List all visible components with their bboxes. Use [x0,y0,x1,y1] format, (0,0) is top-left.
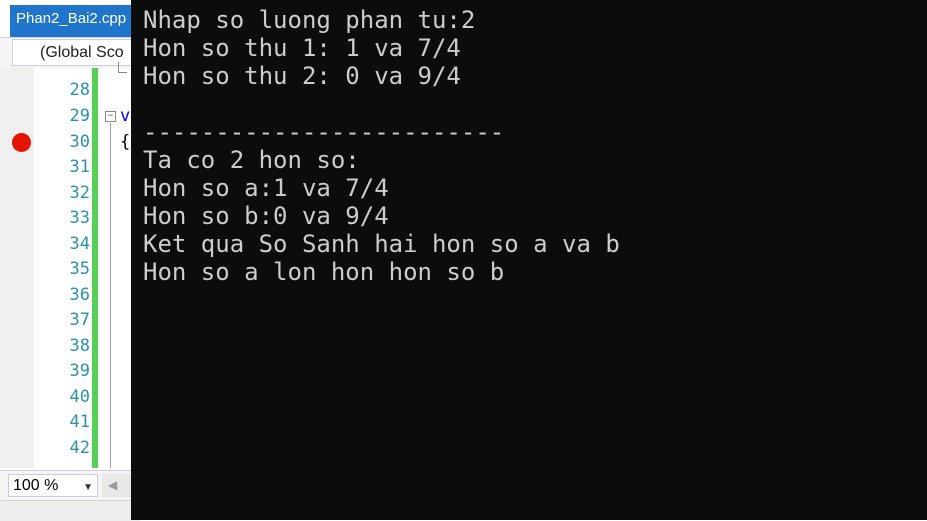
line-number: 32 [69,183,90,203]
line-number: 37 [69,310,90,330]
scroll-left-icon[interactable]: ◀ [108,478,117,492]
line-number: 29 [69,106,90,126]
breakpoint-margin[interactable] [10,68,34,468]
line-number: 42 [69,438,90,458]
line-number: 33 [69,208,90,228]
console-line: Hon so a lon hon hon so b [143,258,505,286]
outline-guide-line [110,123,111,468]
file-tab-phan2-bai2[interactable]: Phan2_Bai2.cpp [10,5,140,37]
code-editor-window: Phan2_Bai2.cpp (Global Sco 28 29 30 31 3… [0,0,140,521]
chevron-down-icon: ▼ [83,482,93,493]
console-line: Nhap so luong phan tu:2 [143,6,476,34]
line-number: 35 [69,259,90,279]
line-number: 38 [69,336,90,356]
line-number: 34 [69,234,90,254]
line-number-gutter: 28 29 30 31 32 33 34 35 36 37 38 39 40 4… [34,68,98,468]
zoom-dropdown[interactable]: 100 % ▼ [8,474,98,497]
console-line: Hon so a:1 va 7/4 [143,174,389,202]
console-separator: ------------------------- [143,118,505,146]
output-panel-edge [0,500,140,521]
line-number: 40 [69,387,90,407]
editor-status-bar: 100 % ▼ ◀ [0,470,140,501]
line-number: 31 [69,157,90,177]
console-line: Ta co 2 hon so: [143,146,360,174]
line-number: 36 [69,285,90,305]
line-number: 39 [69,361,90,381]
line-number: 41 [69,412,90,432]
outline-fragment [118,62,127,73]
line-number: 30 [69,132,90,152]
change-tracking-bar [92,68,98,468]
console-line: Hon so thu 2: 0 va 9/4 [143,62,461,90]
code-fragment-keyword: v [120,106,131,126]
document-tab-bar: Phan2_Bai2.cpp [0,0,140,38]
console-line: Hon so thu 1: 1 va 7/4 [143,34,461,62]
console-line: Ket qua So Sanh hai hon so a va b [143,230,620,258]
breakpoint-icon[interactable] [12,133,31,152]
line-number: 28 [69,80,90,100]
code-fragment-brace: { [120,132,131,152]
console-line: Hon so b:0 va 9/4 [143,202,389,230]
collapse-toggle-icon[interactable]: − [105,111,116,122]
zoom-value: 100 % [13,477,59,494]
console-window[interactable]: Nhap so luong phan tu:2 Hon so thu 1: 1 … [131,0,927,520]
